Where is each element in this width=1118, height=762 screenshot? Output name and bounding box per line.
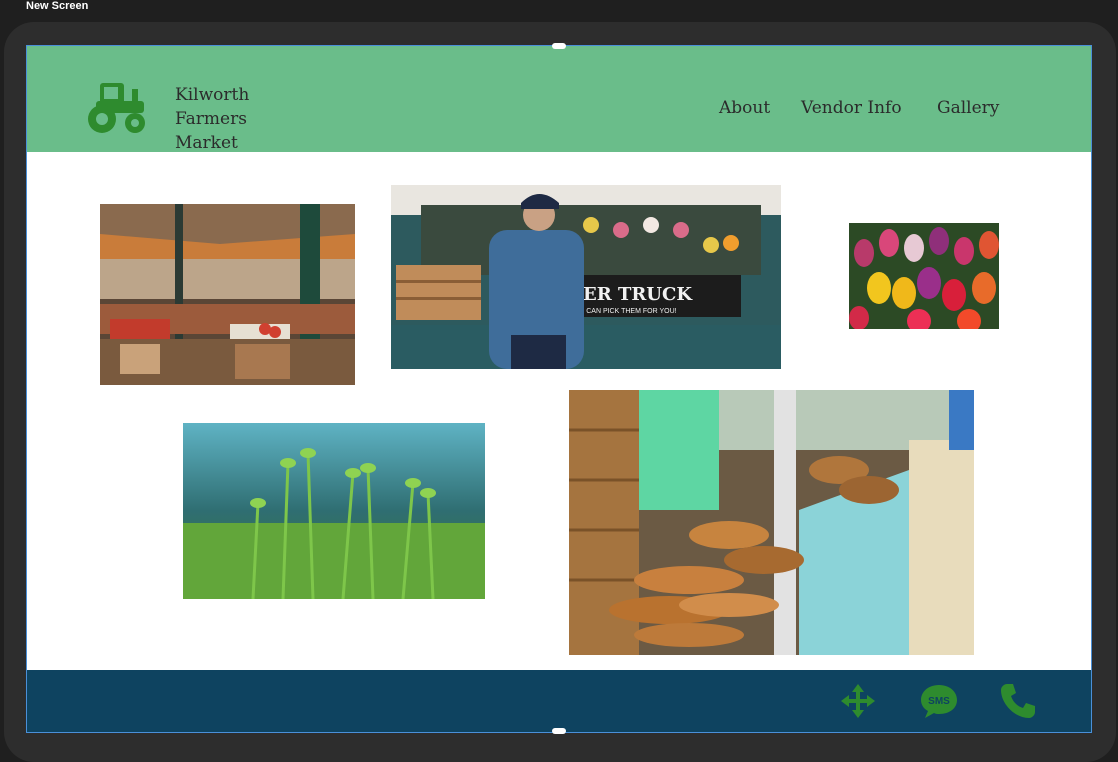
resize-handle-top[interactable]: [552, 43, 566, 49]
truck-sign-subtext: WE CAN PICK THEM FOR YOU!: [573, 308, 677, 315]
sms-icon[interactable]: SMS: [920, 682, 958, 720]
app-screen: Kilworth Farmers Market About Vendor Inf…: [26, 45, 1092, 733]
move-icon[interactable]: [839, 682, 877, 720]
site-header: Kilworth Farmers Market About Vendor Inf…: [27, 46, 1091, 155]
screen-title: New Screen: [26, 0, 89, 12]
truck-sign-text: ER TRUCK: [583, 284, 693, 305]
nav-gallery[interactable]: Gallery: [937, 98, 999, 118]
tulips-photo: [849, 223, 999, 329]
flower-truck-photo: ER TRUCK WE CAN PICK THEM FOR YOU!: [391, 185, 781, 369]
brand-line-1: Kilworth: [175, 85, 250, 105]
brand-line-2: Farmers: [175, 109, 247, 129]
nav-about[interactable]: About: [719, 98, 770, 118]
seedlings-photo: [183, 423, 485, 599]
brand-name: Kilworth Farmers Market: [175, 83, 249, 155]
nav-vendor-info[interactable]: Vendor Info: [801, 98, 902, 118]
site-footer: SMS: [27, 670, 1091, 732]
tractor-icon[interactable]: [82, 79, 152, 135]
phone-icon[interactable]: [999, 682, 1037, 720]
brand-line-3: Market: [175, 133, 238, 153]
sms-icon-label: SMS: [928, 696, 950, 707]
market-stalls-photo: [100, 204, 355, 385]
resize-handle-bottom[interactable]: [552, 728, 566, 734]
bread-stall-photo: [569, 390, 974, 655]
